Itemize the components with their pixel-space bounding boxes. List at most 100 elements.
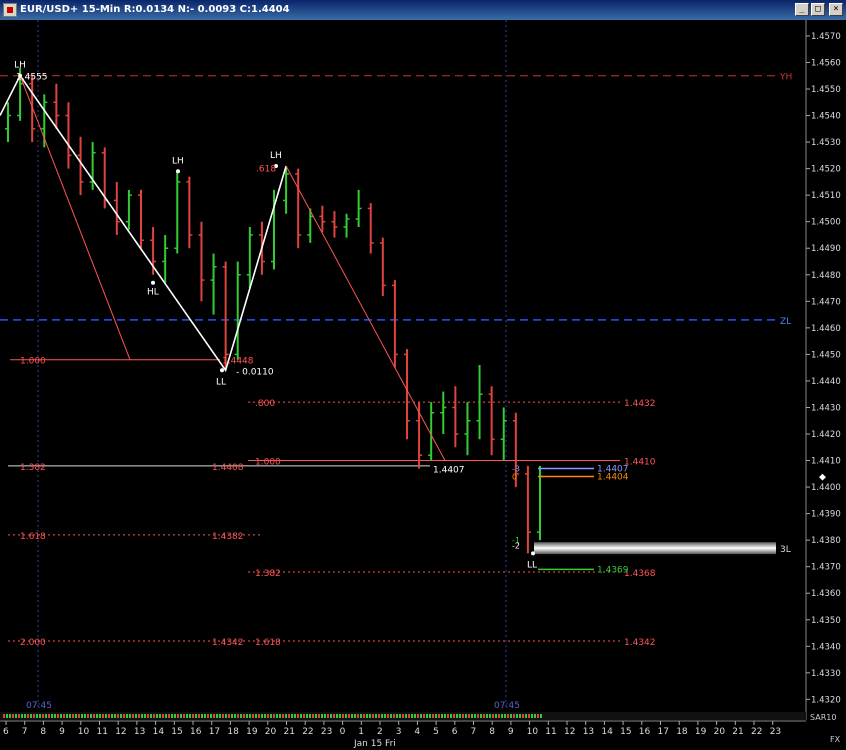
indicator-dot bbox=[243, 714, 245, 718]
indicator-dot bbox=[255, 714, 257, 718]
price-bar bbox=[343, 213, 350, 238]
indicator-dot bbox=[444, 714, 446, 718]
indicator-dot bbox=[402, 714, 404, 718]
price-bar bbox=[295, 168, 302, 249]
fib-right-ratio: 1.618 bbox=[255, 638, 281, 648]
price-axis-label: 1.4350 bbox=[811, 616, 841, 626]
price-bar bbox=[186, 176, 193, 249]
indicator-dot bbox=[297, 714, 299, 718]
price-bar bbox=[331, 211, 338, 238]
swing-point bbox=[151, 280, 155, 285]
projection-label: -2 bbox=[512, 541, 520, 550]
indicator-dot bbox=[72, 714, 74, 718]
indicator-dot bbox=[15, 714, 17, 718]
indicator-dot bbox=[471, 714, 473, 718]
time-axis-label: 4 bbox=[414, 727, 420, 737]
price-axis-label: 1.4520 bbox=[811, 165, 841, 175]
price-axis-label: 1.4530 bbox=[811, 138, 841, 148]
indicator-dot bbox=[99, 714, 101, 718]
indicator-dot bbox=[411, 714, 413, 718]
indicator-dot bbox=[369, 714, 371, 718]
indicator-dot bbox=[60, 714, 62, 718]
time-axis-label: 16 bbox=[639, 727, 651, 737]
indicator-dot bbox=[192, 714, 194, 718]
indicator-dot bbox=[360, 714, 362, 718]
indicator-dot bbox=[306, 714, 308, 718]
indicator-dot bbox=[138, 714, 140, 718]
indicator-dot bbox=[84, 714, 86, 718]
fib-right-price: 1.4410 bbox=[624, 458, 656, 468]
price-bar bbox=[234, 261, 241, 360]
time-axis-label: 10 bbox=[527, 727, 539, 737]
indicator-dot bbox=[486, 714, 488, 718]
indicator-dot bbox=[219, 714, 221, 718]
time-axis-label: 13 bbox=[134, 727, 145, 737]
indicator-dot bbox=[252, 714, 254, 718]
indicator-dot bbox=[201, 714, 203, 718]
indicator-dot bbox=[141, 714, 143, 718]
price-axis-label: 1.4370 bbox=[811, 563, 841, 573]
price-axis-label: 1.4550 bbox=[811, 85, 841, 95]
indicator-dot bbox=[69, 714, 71, 718]
indicator-dot bbox=[330, 714, 332, 718]
indicator-dot bbox=[282, 714, 284, 718]
three-l-band bbox=[534, 542, 776, 555]
indicator-dot bbox=[435, 714, 437, 718]
indicator-dot bbox=[516, 714, 518, 718]
indicator-dot bbox=[246, 714, 248, 718]
indicator-dot bbox=[453, 714, 455, 718]
fib-right-ratio: 1.382 bbox=[255, 569, 281, 579]
indicator-dot bbox=[288, 714, 290, 718]
swing-point bbox=[176, 169, 180, 174]
fib-right-price: 1.4368 bbox=[624, 569, 656, 579]
indicator-dot bbox=[447, 714, 449, 718]
time-axis-label: 21 bbox=[284, 727, 295, 737]
price-chart[interactable]: 07:45 07:45 YHZL3L 1.0001.382 1.44081.618 1… bbox=[0, 20, 846, 750]
time-axis-label: 17 bbox=[209, 727, 220, 737]
price-axis-label: 1.4360 bbox=[811, 589, 841, 599]
indicator-dot bbox=[363, 714, 365, 718]
window-title: EUR/USD+ 15-Min R:0.0134 N:- 0.0093 C:1.… bbox=[20, 4, 290, 15]
close-button[interactable]: × bbox=[829, 3, 843, 16]
indicator-dot bbox=[231, 714, 233, 718]
price-bar bbox=[53, 83, 60, 129]
maximize-button[interactable]: □ bbox=[811, 3, 825, 16]
indicator-dot bbox=[210, 714, 212, 718]
time-axis-label: 11 bbox=[97, 727, 108, 737]
price-bar bbox=[5, 102, 11, 143]
time-axis-label: 18 bbox=[676, 727, 688, 737]
projection-line-left bbox=[19, 75, 131, 360]
price-axis-label: 1.4410 bbox=[811, 457, 841, 467]
indicator-dot bbox=[420, 714, 422, 718]
price-bar bbox=[174, 171, 181, 254]
indicator-dot bbox=[387, 714, 389, 718]
indicator-dot bbox=[114, 714, 116, 718]
indicator-dot bbox=[456, 714, 458, 718]
projection-label: 0 bbox=[512, 472, 517, 481]
price-axis-label: 1.4510 bbox=[811, 191, 841, 201]
indicator-dot bbox=[528, 714, 530, 718]
indicator-dot bbox=[261, 714, 263, 718]
indicator-dot bbox=[525, 714, 527, 718]
price-axis-label: 1.4560 bbox=[811, 58, 841, 68]
indicator-dot bbox=[75, 714, 77, 718]
minimize-button[interactable]: _ bbox=[795, 3, 809, 16]
indicator-dot bbox=[396, 714, 398, 718]
indicator-dot bbox=[234, 714, 236, 718]
indicator-dot bbox=[30, 714, 32, 718]
indicator-dot bbox=[285, 714, 287, 718]
indicator-dot bbox=[183, 714, 185, 718]
price-axis-label: 1.4480 bbox=[811, 271, 841, 281]
indicator-dot bbox=[351, 714, 353, 718]
fib-right-ratio: .800 bbox=[255, 399, 275, 409]
indicator-dot bbox=[465, 714, 467, 718]
indicator-dot bbox=[126, 714, 128, 718]
title-bar[interactable]: EUR/USD+ 15-Min R:0.0134 N:- 0.0093 C:1.… bbox=[0, 0, 846, 20]
indicator-dot bbox=[372, 714, 374, 718]
price-bar bbox=[198, 221, 205, 302]
high-value-text: 1.4555 bbox=[16, 73, 48, 83]
indicator-dot bbox=[312, 714, 314, 718]
time-axis-label: 23 bbox=[770, 727, 781, 737]
time-axis-label: 14 bbox=[153, 727, 165, 737]
time-axis-label: 3 bbox=[396, 727, 402, 737]
